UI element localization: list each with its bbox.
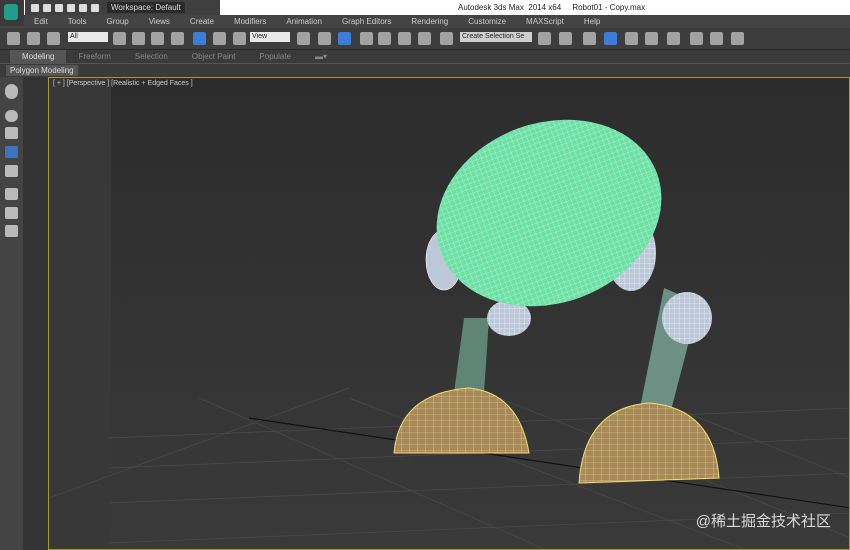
watermark: @稀土掘金技术社区 (695, 513, 831, 530)
ribbon-options-icon[interactable]: ▬▾ (303, 50, 339, 63)
menu-rendering[interactable]: Rendering (411, 15, 448, 28)
menu-tools[interactable]: Tools (68, 15, 87, 28)
keyboard-shortcut-override-icon[interactable] (338, 32, 351, 45)
tab-freeform[interactable]: Freeform (66, 50, 122, 63)
tab-selection[interactable]: Selection (123, 50, 180, 63)
angle-snap-icon[interactable] (378, 32, 391, 45)
graphite-modeling-tools-icon[interactable] (604, 32, 617, 45)
window-crossing-icon[interactable] (171, 32, 184, 45)
menu-maxscript[interactable]: MAXScript (526, 15, 564, 28)
menu-animation[interactable]: Animation (286, 15, 322, 28)
menu-bar: Edit Tools Group Views Create Modifiers … (24, 15, 850, 28)
material-editor-icon[interactable] (667, 32, 680, 45)
viewport-label[interactable]: [ + ] [Perspective ] [Realistic + Edged … (53, 80, 193, 87)
rendered-frame-window-icon[interactable] (710, 32, 723, 45)
robot-scene (49, 119, 849, 549)
selection-filter-dropdown[interactable]: All (68, 32, 108, 42)
ribbon-tabs: Modeling Freeform Selection Object Paint… (0, 50, 850, 63)
utilities-icon[interactable] (5, 225, 18, 237)
viewport-side-gap (24, 77, 48, 550)
reference-coordinate-dropdown[interactable]: View (250, 32, 290, 42)
spinner-snap-icon[interactable] (418, 32, 431, 45)
tab-populate[interactable]: Populate (247, 50, 303, 63)
app-logo-button[interactable] (0, 0, 24, 26)
tab-modeling[interactable]: Modeling (10, 50, 67, 63)
menu-customize[interactable]: Customize (468, 15, 506, 28)
select-and-scale-icon[interactable] (233, 32, 246, 45)
menu-group[interactable]: Group (106, 15, 128, 28)
edit-named-selection-icon[interactable] (440, 32, 453, 45)
align-icon[interactable] (559, 32, 572, 45)
file-name: Robot01 - Copy.max (572, 3, 646, 12)
menu-graph-editors[interactable]: Graph Editors (342, 15, 391, 28)
select-and-rotate-icon[interactable] (213, 32, 226, 45)
layer-manager-icon[interactable] (583, 32, 596, 45)
menu-help[interactable]: Help (584, 15, 600, 28)
render-production-icon[interactable] (731, 32, 744, 45)
quick-access-toolbar: Workspace: Default (25, 0, 220, 15)
menu-modifiers[interactable]: Modifiers (234, 15, 266, 28)
new-file-icon[interactable] (31, 3, 39, 12)
workspace-dropdown[interactable]: Workspace: Default (107, 2, 185, 13)
select-object-icon[interactable] (113, 32, 126, 45)
select-by-name-icon[interactable] (132, 32, 145, 45)
rectangular-selection-icon[interactable] (151, 32, 164, 45)
percent-snap-icon[interactable] (398, 32, 411, 45)
main-toolbar: All View Create Selection Se (0, 28, 850, 50)
project-folder-icon[interactable] (91, 3, 99, 12)
undo-icon[interactable] (67, 3, 75, 12)
polygon-modeling-button[interactable]: Polygon Modeling (6, 65, 78, 76)
perspective-viewport[interactable]: [ + ] [Perspective ] [Realistic + Edged … (48, 77, 850, 550)
mirror-icon[interactable] (538, 32, 551, 45)
app-name: Autodesk 3ds Max 2014 x64 (458, 3, 562, 12)
manipulate-icon[interactable] (318, 32, 331, 45)
menu-edit[interactable]: Edit (34, 15, 48, 28)
bind-space-warp-icon[interactable] (47, 32, 60, 45)
sphere-icon[interactable] (5, 110, 18, 122)
schematic-view-icon[interactable] (645, 32, 658, 45)
save-icon[interactable] (55, 3, 63, 12)
redo-icon[interactable] (79, 3, 87, 12)
window-title: Autodesk 3ds Max 2014 x64 Robot01 - Copy… (458, 3, 645, 12)
3dsmax-logo-icon (4, 4, 18, 20)
curve-editor-icon[interactable] (625, 32, 638, 45)
select-and-move-icon[interactable] (193, 32, 206, 45)
display-icon[interactable] (5, 188, 18, 200)
shirt-icon[interactable] (5, 127, 18, 139)
menu-create[interactable]: Create (190, 15, 214, 28)
create-geometry-icon[interactable] (5, 84, 18, 99)
link-icon[interactable] (7, 32, 20, 45)
tab-object-paint[interactable]: Object Paint (180, 50, 248, 63)
command-panel-toolbar (0, 77, 24, 550)
menu-views[interactable]: Views (149, 15, 170, 28)
named-selection-set-dropdown[interactable]: Create Selection Se (460, 32, 532, 42)
unlink-icon[interactable] (27, 32, 40, 45)
ribbon-panel: Polygon Modeling (0, 63, 850, 77)
open-file-icon[interactable] (43, 3, 51, 12)
snaps-toggle-icon[interactable] (360, 32, 373, 45)
light-icon[interactable] (5, 146, 18, 158)
motion-icon[interactable] (5, 207, 18, 219)
render-setup-icon[interactable] (690, 32, 703, 45)
pivot-center-icon[interactable] (297, 32, 310, 45)
robot-head (436, 119, 662, 307)
helper-icon[interactable] (5, 165, 18, 177)
